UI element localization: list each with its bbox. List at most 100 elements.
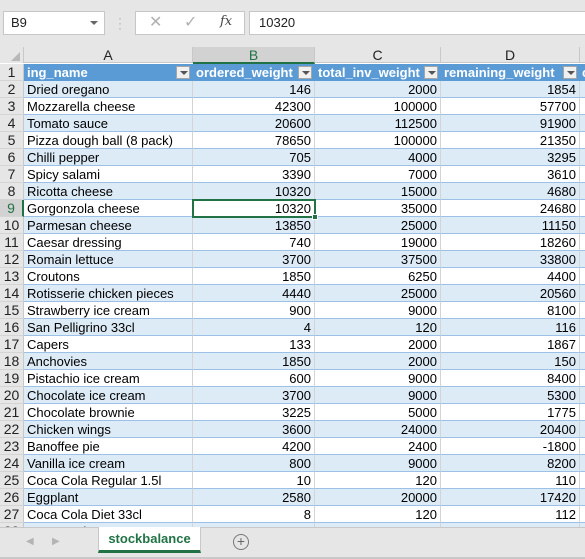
cell-ing-name[interactable]: Pizza dough ball (8 pack) [24,132,193,149]
row-header[interactable]: 17 [0,336,24,353]
cell-remaining-weight[interactable]: 8100 [441,302,580,319]
row-header[interactable]: 11 [0,234,24,251]
cell-ordered-weight[interactable]: 4200 [193,438,315,455]
row-header[interactable]: 7 [0,166,24,183]
cell-total-inv-weight[interactable]: 120 [315,506,441,523]
cell-total-inv-weight[interactable]: 6250 [315,268,441,285]
cell-ing-name[interactable]: Croutons [24,268,193,285]
cell-ing-name[interactable]: Vanilla ice cream [24,455,193,472]
cell-next-column[interactable] [580,472,585,489]
column-header-d[interactable]: D [441,47,580,63]
row-header[interactable]: 23 [0,438,24,455]
cell-remaining-weight[interactable]: 11150 [441,217,580,234]
cell-ordered-weight[interactable]: 8 [193,506,315,523]
fill-handle[interactable] [312,214,318,220]
insert-function-icon[interactable]: fx [220,14,232,29]
column-header-c[interactable]: C [315,47,441,63]
cell-ordered-weight[interactable]: 800 [193,455,315,472]
row-header[interactable]: 1 [0,64,24,81]
cell-total-inv-weight[interactable]: 9000 [315,455,441,472]
header-ordered-weight[interactable]: ordered_weight [193,64,315,81]
row-header[interactable]: 9 [0,200,24,217]
cell-next-column[interactable] [580,353,585,370]
cell-total-inv-weight[interactable]: 9000 [315,370,441,387]
select-all-button[interactable] [0,47,24,63]
name-box[interactable]: B9 [3,11,105,35]
cell-ing-name[interactable]: Spicy salami [24,166,193,183]
cell-total-inv-weight[interactable]: 9000 [315,387,441,404]
cell-ordered-weight[interactable]: 1850 [193,353,315,370]
cell-ing-name[interactable]: Gorgonzola cheese [24,200,193,217]
row-header[interactable]: 26 [0,489,24,506]
cell-remaining-weight[interactable]: 57700 [441,98,580,115]
row-header[interactable]: 25 [0,472,24,489]
cell-ing-name[interactable]: Capers [24,336,193,353]
cancel-icon[interactable]: ✕ [149,13,162,33]
cell-remaining-weight[interactable]: 20560 [441,285,580,302]
cell-next-column[interactable] [580,302,585,319]
cell-remaining-weight[interactable]: 20400 [441,421,580,438]
cell-next-column[interactable] [580,370,585,387]
row-header[interactable]: 14 [0,285,24,302]
scroll-left-icon[interactable]: ◀ [26,536,34,547]
cell-remaining-weight[interactable]: 3295 [441,149,580,166]
cell-ordered-weight[interactable]: 10 [193,472,315,489]
cell-ordered-weight[interactable]: 133 [193,336,315,353]
row-header[interactable]: 15 [0,302,24,319]
row-header[interactable]: 4 [0,115,24,132]
header-remaining-weight[interactable]: remaining_weight [441,64,580,81]
cell-next-column[interactable] [580,438,585,455]
cell-next-column[interactable] [580,489,585,506]
cell-ordered-weight[interactable]: 3700 [193,251,315,268]
cell-next-column[interactable] [580,234,585,251]
cell-ordered-weight[interactable]: 3390 [193,166,315,183]
cell-total-inv-weight[interactable]: 9000 [315,302,441,319]
cell-total-inv-weight[interactable]: 2000 [315,353,441,370]
cell-next-column[interactable] [580,387,585,404]
cell-total-inv-weight[interactable]: 37500 [315,251,441,268]
cell-ing-name[interactable]: Chilli pepper [24,149,193,166]
cell-remaining-weight[interactable]: 8200 [441,455,580,472]
cell-next-column[interactable] [580,183,585,200]
cell-total-inv-weight[interactable]: 24000 [315,421,441,438]
cell-ordered-weight[interactable]: 3700 [193,387,315,404]
cell-ordered-weight[interactable]: 2580 [193,489,315,506]
drag-handle-icon[interactable]: · · · [118,12,122,34]
cell-next-column[interactable] [580,336,585,353]
cell-ing-name[interactable]: Pistachio ice cream [24,370,193,387]
cell-ordered-weight[interactable]: 4 [193,319,315,336]
cell-ing-name[interactable]: Parmesan cheese [24,217,193,234]
cell-ing-name[interactable]: Chicken wings [24,421,193,438]
row-header[interactable]: 6 [0,149,24,166]
cell-ordered-weight[interactable]: 3225 [193,404,315,421]
cell-total-inv-weight[interactable]: 2000 [315,81,441,98]
cell-total-inv-weight[interactable]: 15000 [315,183,441,200]
cell-ing-name[interactable]: Chocolate brownie [24,404,193,421]
cell-remaining-weight[interactable]: 112 [441,506,580,523]
cell-ordered-weight[interactable]: 705 [193,149,315,166]
cell-ing-name[interactable]: San Pelligrino 33cl [24,319,193,336]
filter-dropdown-icon[interactable] [176,66,190,79]
cell-ing-name[interactable]: Chocolate ice cream [24,387,193,404]
cell-total-inv-weight[interactable]: 100000 [315,98,441,115]
cell-remaining-weight[interactable]: 4400 [441,268,580,285]
cell-remaining-weight[interactable]: -1800 [441,438,580,455]
sheet-tab-stockbalance[interactable]: stockbalance [98,527,201,553]
cell-next-column[interactable] [580,149,585,166]
cell-total-inv-weight[interactable]: 2400 [315,438,441,455]
cell-ing-name[interactable]: Dried oregano [24,81,193,98]
cell-total-inv-weight[interactable]: 35000 [315,200,441,217]
cell-total-inv-weight[interactable]: 120 [315,319,441,336]
add-sheet-icon[interactable]: + [233,534,249,550]
row-header[interactable]: 10 [0,217,24,234]
cell-ing-name[interactable]: Strawberry ice cream [24,302,193,319]
scroll-right-icon[interactable]: ▶ [52,536,60,547]
row-header[interactable]: 2 [0,81,24,98]
cell-ordered-weight[interactable]: 42300 [193,98,315,115]
cell-next-column[interactable] [580,455,585,472]
row-header[interactable]: 3 [0,98,24,115]
cell-remaining-weight[interactable]: 33800 [441,251,580,268]
cell-remaining-weight[interactable]: 5300 [441,387,580,404]
row-header[interactable]: 19 [0,370,24,387]
cell-ing-name[interactable]: Romain lettuce [24,251,193,268]
